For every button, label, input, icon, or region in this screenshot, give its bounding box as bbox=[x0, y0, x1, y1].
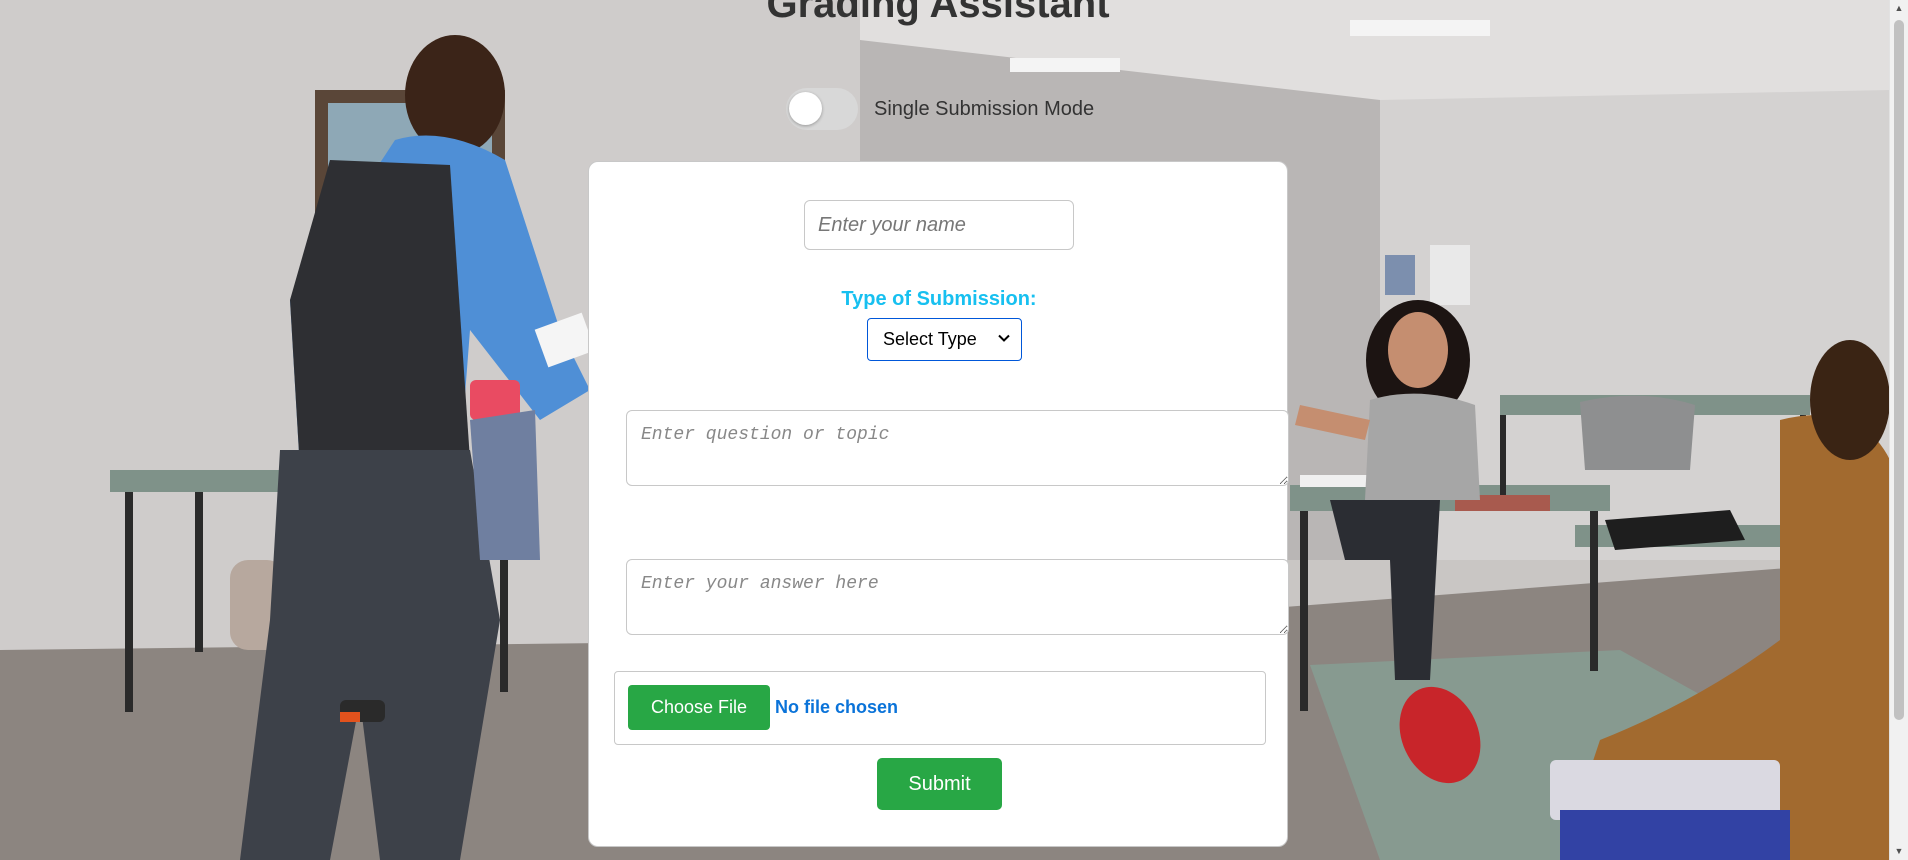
answer-textarea[interactable] bbox=[626, 559, 1289, 635]
page: ▲ ▼ Grading Assistant Single Submission … bbox=[0, 0, 1908, 860]
submission-type-label: Type of Submission: bbox=[841, 288, 1037, 310]
scroll-up-arrow-icon[interactable]: ▲ bbox=[1890, 0, 1908, 17]
single-submission-mode-label: Single Submission Mode bbox=[874, 97, 1095, 120]
page-title: Grading Assistant bbox=[766, 0, 1110, 26]
name-input[interactable] bbox=[804, 200, 1074, 250]
single-submission-mode-toggle[interactable] bbox=[786, 88, 858, 130]
vertical-scrollbar[interactable]: ▲ ▼ bbox=[1889, 0, 1908, 860]
toggle-knob bbox=[789, 92, 822, 125]
choose-file-button[interactable]: Choose File bbox=[628, 685, 770, 730]
submit-button[interactable]: Submit bbox=[877, 758, 1002, 810]
single-submission-toggle-row: Single Submission Mode bbox=[786, 87, 1094, 131]
scrollbar-thumb[interactable] bbox=[1894, 20, 1904, 720]
question-topic-textarea[interactable] bbox=[626, 410, 1289, 486]
submission-type-selected-value: Select Type bbox=[883, 329, 977, 349]
file-status-text: No file chosen bbox=[775, 697, 899, 717]
submission-form-card: Type of Submission: Select Type Choose F… bbox=[588, 161, 1289, 847]
file-upload-box: Choose File No file chosen bbox=[614, 671, 1266, 745]
chevron-down-icon bbox=[998, 334, 1010, 342]
submission-type-select[interactable]: Select Type bbox=[867, 318, 1022, 361]
scroll-down-arrow-icon[interactable]: ▼ bbox=[1890, 843, 1908, 860]
